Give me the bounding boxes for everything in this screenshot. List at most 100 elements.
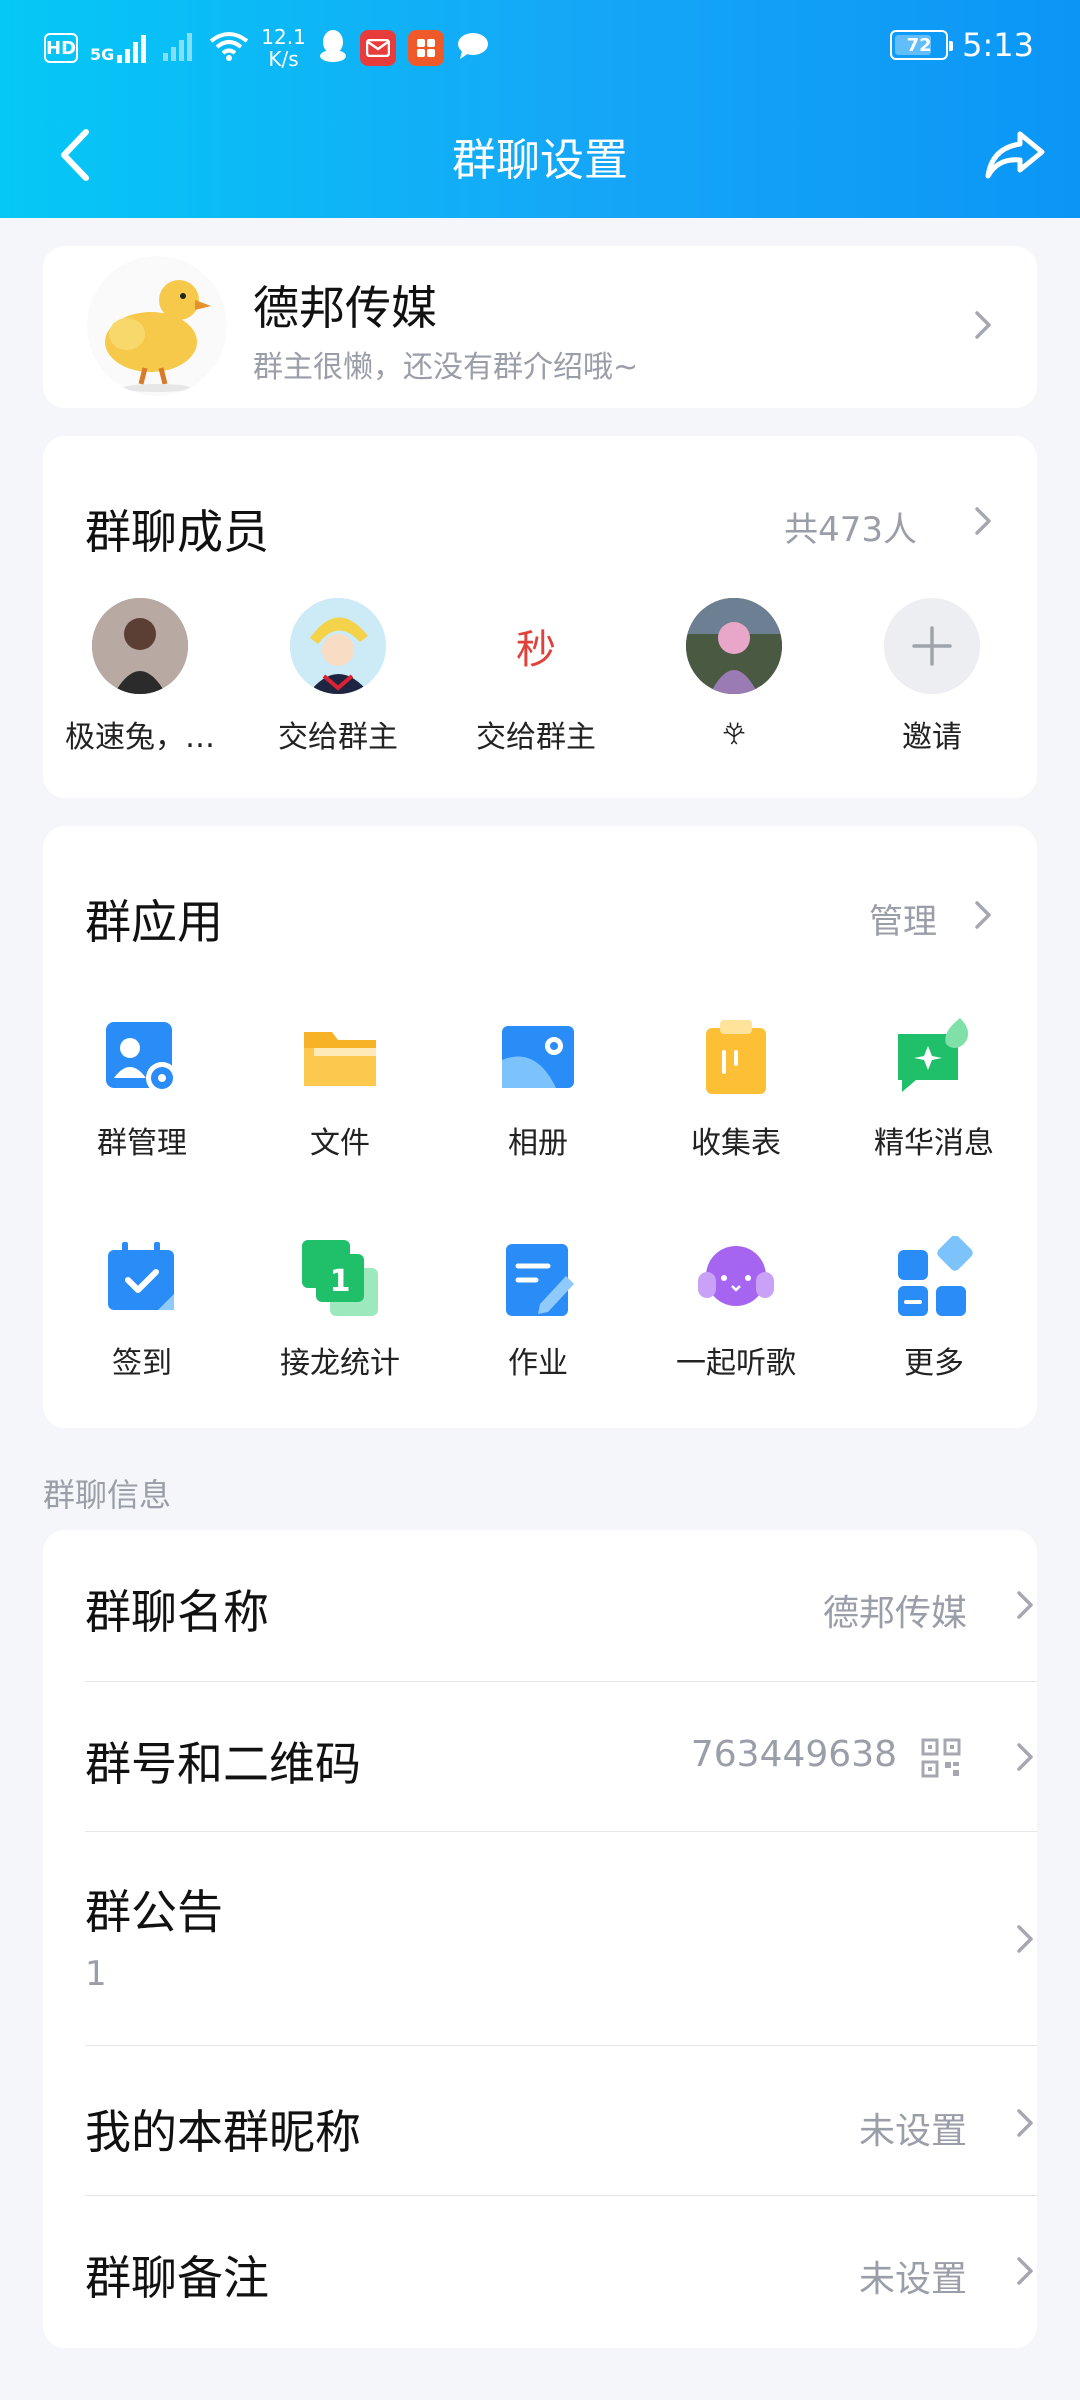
signal-5g-icon: 5G bbox=[90, 33, 151, 63]
member-name: 交给群主 bbox=[278, 720, 398, 755]
group-avatar[interactable] bbox=[87, 256, 227, 396]
members-count[interactable]: 共473人 bbox=[784, 502, 917, 551]
homework-edit-icon bbox=[496, 1236, 580, 1320]
chevron-right-icon bbox=[1015, 1742, 1035, 1772]
chevron-right-icon bbox=[1015, 1924, 1035, 1954]
row-title: 群聊备注 bbox=[85, 2251, 269, 2305]
app-files[interactable]: 文件 bbox=[255, 1016, 425, 1162]
store-app-icon bbox=[407, 30, 444, 66]
app-label: 收集表 bbox=[691, 1126, 781, 1161]
app-listen-together[interactable]: 一起听歌 bbox=[651, 1236, 821, 1382]
members-title: 群聊成员 bbox=[85, 505, 269, 559]
mail-app-icon bbox=[359, 30, 396, 66]
member-avatar bbox=[92, 598, 188, 694]
wifi-icon bbox=[209, 31, 249, 65]
row-value: 未设置 bbox=[858, 2111, 967, 2152]
app-label: 相册 bbox=[508, 1126, 568, 1161]
battery-percent: 72 bbox=[906, 34, 932, 56]
my-nickname-row[interactable]: 我的本群昵称 未设置 bbox=[85, 2046, 1037, 2196]
app-label: 精华消息 bbox=[874, 1126, 994, 1161]
member-item[interactable]: 交给群主 bbox=[263, 598, 413, 756]
row-title: 群聊名称 bbox=[85, 1585, 269, 1639]
app-label: 群管理 bbox=[97, 1126, 187, 1161]
member-name: 交给群主 bbox=[476, 720, 596, 755]
relay-badge-number: 1 bbox=[330, 1264, 351, 1299]
chevron-right-icon bbox=[1015, 2256, 1035, 2286]
page-title: 群聊设置 bbox=[452, 135, 628, 186]
network-speed: 12.1 K/s bbox=[261, 26, 306, 70]
header-bar: HD 5G 12.1 K/s 72 5:13 群聊设置 bbox=[0, 0, 1080, 218]
chevron-right-icon bbox=[973, 310, 993, 340]
chevron-right-icon bbox=[1015, 1590, 1035, 1620]
app-label: 签到 bbox=[112, 1346, 172, 1381]
invite-label: 邀请 bbox=[902, 720, 962, 755]
row-value: 德邦传媒 bbox=[822, 1593, 967, 1634]
qrcode-icon bbox=[921, 1738, 961, 1778]
member-name: 𖣂 bbox=[722, 717, 746, 752]
calendar-check-icon bbox=[100, 1236, 184, 1320]
app-essence-messages[interactable]: 精华消息 bbox=[849, 1016, 1019, 1162]
app-collect-form[interactable]: 收集表 bbox=[651, 1016, 821, 1162]
member-item[interactable]: 秒 交给群主 bbox=[461, 598, 611, 756]
group-apps-card: 群应用 管理 群管理 文件 相册 收集表 精华消息 签到 1 接龙统计 作业 一… bbox=[43, 826, 1037, 1428]
app-label: 作业 bbox=[508, 1346, 568, 1381]
share-arrow-icon bbox=[985, 131, 1045, 179]
app-label: 接龙统计 bbox=[280, 1346, 400, 1381]
app-relay-stats[interactable]: 1 接龙统计 bbox=[255, 1236, 425, 1382]
app-more[interactable]: 更多 bbox=[849, 1236, 1019, 1382]
member-avatar: 秒 bbox=[488, 598, 584, 694]
group-announcement-row[interactable]: 群公告 1 bbox=[85, 1832, 1037, 2046]
invite-button[interactable]: 邀请 bbox=[857, 598, 1007, 756]
group-info-section-label: 群聊信息 bbox=[43, 1476, 172, 1514]
member-item[interactable]: 𖣂 bbox=[659, 598, 809, 753]
share-button[interactable] bbox=[980, 120, 1050, 190]
status-time: 5:13 bbox=[962, 26, 1034, 64]
app-homework[interactable]: 作业 bbox=[453, 1236, 623, 1382]
network-speed-value: 12.1 bbox=[261, 25, 306, 49]
row-value: 未设置 bbox=[858, 2259, 967, 2300]
member-avatar bbox=[290, 598, 386, 694]
group-info-card: 群聊名称 德邦传媒 群号和二维码 763449638 群公告 1 我的本群昵称 … bbox=[43, 1530, 1037, 2348]
folder-icon bbox=[298, 1016, 382, 1100]
group-id-value: 763449638 bbox=[690, 1734, 897, 1775]
group-id-qrcode-row[interactable]: 群号和二维码 763449638 bbox=[85, 1682, 1037, 1832]
chevron-right-icon[interactable] bbox=[973, 506, 993, 536]
chevron-right-icon[interactable] bbox=[973, 900, 993, 930]
group-description: 群主很懒，还没有群介绍哦~ bbox=[253, 350, 639, 385]
apps-manage-link[interactable]: 管理 bbox=[869, 894, 937, 943]
signal-weak-icon bbox=[163, 31, 197, 65]
chevron-right-icon bbox=[1015, 2108, 1035, 2138]
announcement-preview: 1 bbox=[85, 1954, 107, 1994]
row-title: 群号和二维码 bbox=[85, 1737, 361, 1791]
group-manage-icon bbox=[100, 1016, 184, 1100]
app-group-manage[interactable]: 群管理 bbox=[57, 1016, 227, 1162]
app-album[interactable]: 相册 bbox=[453, 1016, 623, 1162]
member-name: 极速兔，… bbox=[65, 720, 215, 755]
apps-title: 群应用 bbox=[85, 895, 223, 949]
status-right: 72 5:13 bbox=[890, 26, 1034, 64]
app-check-in[interactable]: 签到 bbox=[57, 1236, 227, 1382]
member-avatar-text: 秒 bbox=[516, 627, 556, 673]
app-label: 更多 bbox=[904, 1346, 964, 1381]
album-icon bbox=[496, 1016, 580, 1100]
title-bar: 群聊设置 bbox=[0, 100, 1080, 218]
row-title: 我的本群昵称 bbox=[85, 2105, 361, 2159]
clipboard-icon bbox=[694, 1016, 778, 1100]
qq-penguin-icon bbox=[318, 28, 348, 68]
app-label: 文件 bbox=[310, 1126, 370, 1161]
chat-bubble-icon bbox=[456, 31, 490, 65]
listen-music-icon bbox=[694, 1236, 778, 1320]
network-speed-unit: K/s bbox=[268, 47, 299, 71]
group-name: 德邦传媒 bbox=[253, 281, 437, 335]
member-avatar bbox=[686, 598, 782, 694]
row-title: 群公告 bbox=[85, 1885, 223, 1939]
hd-icon: HD bbox=[44, 33, 78, 63]
member-item[interactable]: 极速兔，… bbox=[65, 598, 215, 756]
relay-stats-icon: 1 bbox=[298, 1236, 382, 1320]
group-name-row[interactable]: 群聊名称 德邦传媒 bbox=[85, 1530, 1037, 1682]
essence-message-icon bbox=[892, 1016, 976, 1100]
group-remark-row[interactable]: 群聊备注 未设置 bbox=[85, 2196, 1037, 2348]
group-profile-card[interactable]: 德邦传媒 群主很懒，还没有群介绍哦~ bbox=[43, 246, 1037, 408]
invite-plus-icon bbox=[884, 598, 980, 694]
status-left: HD 5G 12.1 K/s bbox=[44, 26, 490, 70]
